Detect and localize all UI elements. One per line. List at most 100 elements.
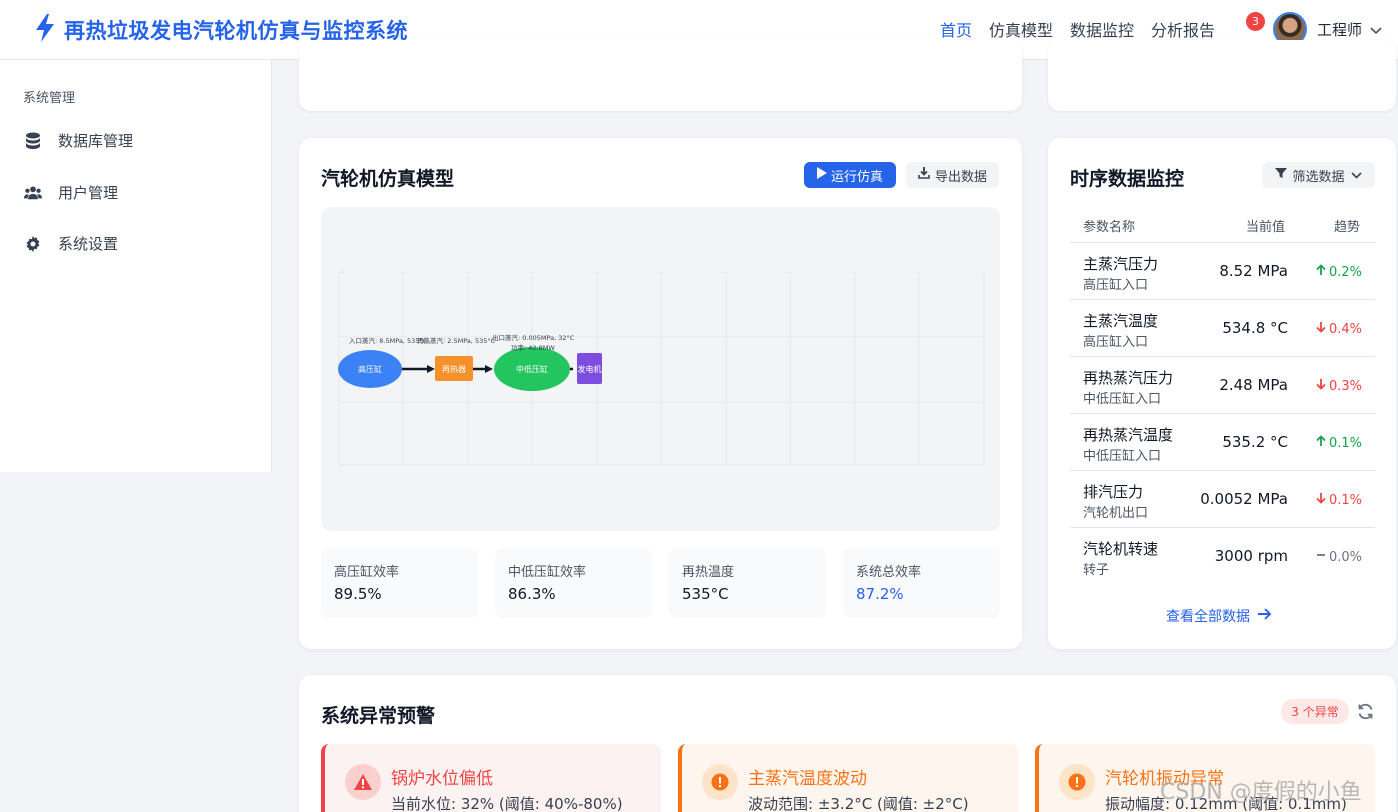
reheater-label: 再热器 — [442, 364, 466, 374]
monitor-title: 时序数据监控 — [1070, 168, 1185, 190]
alert-desc: 当前水位: 32% (阈值: 40%-80%) — [391, 795, 623, 812]
trend-value: 0.1% — [1328, 492, 1362, 508]
arrow-down-icon — [1316, 378, 1326, 394]
param-trend: 0.3% — [1316, 378, 1362, 394]
param-location: 高压缸入口 — [1083, 278, 1149, 293]
sidebar-item-label: 数据库管理 — [58, 132, 134, 150]
sidebar-item-users[interactable]: 用户管理 — [24, 182, 118, 203]
filter-icon — [1275, 167, 1288, 183]
play-icon — [816, 167, 827, 183]
notification-badge: 3 — [1246, 12, 1265, 31]
view-all-data-link[interactable]: 查看全部数据 — [1166, 606, 1272, 626]
exclamation-circle-icon — [1059, 764, 1095, 800]
filter-data-label: 筛选数据 — [1292, 169, 1345, 185]
metric-reheat-temp: 再热温度 535°C — [669, 548, 826, 618]
param-location: 中低压缸入口 — [1083, 392, 1162, 407]
param-value: 535.2 °C — [1222, 433, 1288, 451]
minus-icon — [1316, 549, 1326, 565]
param-name: 主蒸汽温度 — [1083, 312, 1159, 330]
alert-item-steam-temp[interactable]: 主蒸汽温度波动 波动范围: ±3.2°C (阈值: ±2°C) — [678, 744, 1018, 812]
export-data-label: 导出数据 — [934, 169, 987, 185]
inlet-steam-text: 入口蒸汽: 8.5MPa, 535°C — [349, 336, 428, 345]
nav-simulation-model[interactable]: 仿真模型 — [989, 17, 1053, 41]
simulation-card: 汽轮机仿真模型 运行仿真 导出数据 高压缸 再热器 中低压缸 发电机 入口蒸汽:… — [299, 138, 1022, 649]
ilp-cylinder-label: 中低压缸 — [516, 364, 548, 374]
nav-home[interactable]: 首页 — [940, 17, 972, 41]
chevron-down-icon — [1350, 168, 1362, 183]
sidebar-item-label: 用户管理 — [58, 184, 119, 202]
param-value: 3000 rpm — [1214, 547, 1288, 565]
exclamation-circle-icon — [702, 764, 738, 800]
metric-ilp-efficiency: 中低压缸效率 86.3% — [495, 548, 652, 618]
sidebar-item-label: 系统设置 — [58, 235, 119, 253]
turbine-diagram-svg: 高压缸 再热器 中低压缸 发电机 入口蒸汽: 8.5MPa, 535°C 再热蒸… — [338, 271, 985, 466]
turbine-diagram: 高压缸 再热器 中低压缸 发电机 入口蒸汽: 8.5MPa, 535°C 再热蒸… — [321, 207, 1000, 531]
param-location: 中低压缸入口 — [1083, 449, 1162, 464]
param-trend: 0.0% — [1316, 549, 1362, 565]
trend-value: 0.4% — [1328, 321, 1362, 337]
notification-bell[interactable]: 3 — [1246, 12, 1266, 32]
metric-label: 高压缸效率 — [334, 565, 400, 580]
watermark: CSDN @度假的小鱼 — [1160, 780, 1362, 805]
metric-value: 535°C — [682, 585, 729, 603]
metric-value: 89.5% — [334, 585, 382, 603]
users-icon — [24, 184, 42, 202]
arrow-up-icon — [1316, 435, 1326, 451]
table-row[interactable]: 汽轮机转速 转子 3000 rpm 0.0% — [1070, 527, 1375, 584]
alert-item-water-level[interactable]: 锅炉水位偏低 当前水位: 32% (阈值: 40%-80%) — [321, 744, 661, 812]
metric-value: 86.3% — [508, 585, 556, 603]
reheat-steam-text: 再热蒸汽: 2.5MPa, 535°C — [417, 336, 496, 345]
simulation-title: 汽轮机仿真模型 — [321, 168, 455, 190]
param-trend: 0.1% — [1316, 492, 1362, 508]
metric-label: 中低压缸效率 — [508, 565, 587, 580]
run-simulation-button[interactable]: 运行仿真 — [804, 162, 896, 188]
arrow-up-icon — [1316, 264, 1326, 280]
alert-desc: 波动范围: ±3.2°C (阈值: ±2°C) — [748, 795, 969, 812]
param-value: 0.0052 MPa — [1200, 490, 1288, 508]
table-row[interactable]: 主蒸汽压力高压缸入口 8.52 MPa 0.2% — [1070, 242, 1375, 299]
run-simulation-label: 运行仿真 — [830, 169, 883, 185]
export-data-button[interactable]: 导出数据 — [906, 162, 999, 188]
trend-value: 0.2% — [1328, 264, 1362, 280]
alert-title: 主蒸汽温度波动 — [748, 769, 867, 789]
nav-data-monitor[interactable]: 数据监控 — [1070, 17, 1134, 41]
param-trend: 0.1% — [1316, 435, 1362, 451]
metric-label: 系统总效率 — [856, 565, 922, 580]
outlet-steam-text: 出口蒸汽: 0.005MPa, 32°C — [492, 333, 575, 342]
gear-icon — [24, 235, 42, 253]
param-location: 转子 — [1083, 563, 1110, 578]
sidebar-item-database[interactable]: 数据库管理 — [24, 130, 133, 151]
param-location: 汽轮机出口 — [1083, 506, 1149, 521]
metric-label: 再热温度 — [682, 565, 735, 580]
database-icon — [24, 132, 42, 150]
column-header-name: 参数名称 — [1083, 220, 1136, 235]
metric-hp-efficiency: 高压缸效率 89.5% — [321, 548, 478, 618]
filter-data-button[interactable]: 筛选数据 — [1262, 162, 1375, 188]
param-value: 8.52 MPa — [1219, 262, 1288, 280]
download-icon — [918, 167, 930, 183]
param-name: 排汽压力 — [1083, 483, 1144, 501]
column-header-trend: 趋势 — [1334, 220, 1361, 235]
table-row[interactable]: 主蒸汽温度 高压缸入口 534.8 °C 0.4% — [1070, 299, 1375, 356]
table-row[interactable]: 再热蒸汽温度 中低压缸入口 535.2 °C 0.1% — [1070, 413, 1375, 470]
table-row[interactable]: 再热蒸汽压力 中低压缸入口 2.48 MPa 0.3% — [1070, 356, 1375, 413]
metric-total-efficiency: 系统总效率 87.2% — [843, 548, 1000, 618]
top-card-left — [299, 40, 1022, 111]
alert-count-badge: 3 个异常 — [1281, 699, 1349, 724]
param-trend: 0.2% — [1316, 264, 1362, 280]
warning-triangle-icon — [345, 764, 381, 800]
monitor-card: 时序数据监控 筛选数据 参数名称 当前值 趋势 主蒸汽压力 高压缸入口 8.52 M… — [1048, 138, 1396, 649]
param-name: 再热蒸汽压力 — [1083, 369, 1174, 387]
trend-value: 0.3% — [1328, 378, 1362, 394]
table-row[interactable]: 排汽压力汽轮机出口 0.0052 MPa 0.1% — [1070, 470, 1375, 527]
sidebar-item-settings[interactable]: 系统设置 — [24, 233, 118, 254]
param-name: 主蒸汽压力 — [1083, 255, 1159, 273]
lightning-icon — [34, 14, 56, 46]
refresh-icon[interactable] — [1357, 703, 1374, 724]
trend-value: 0.1% — [1328, 435, 1362, 451]
param-location: 高压缸入口 — [1083, 335, 1149, 350]
arrow-down-icon — [1316, 492, 1326, 508]
hp-cylinder-label: 高压缸 — [358, 364, 382, 374]
top-card-right — [1048, 40, 1396, 111]
nav-analysis-report[interactable]: 分析报告 — [1151, 17, 1215, 41]
